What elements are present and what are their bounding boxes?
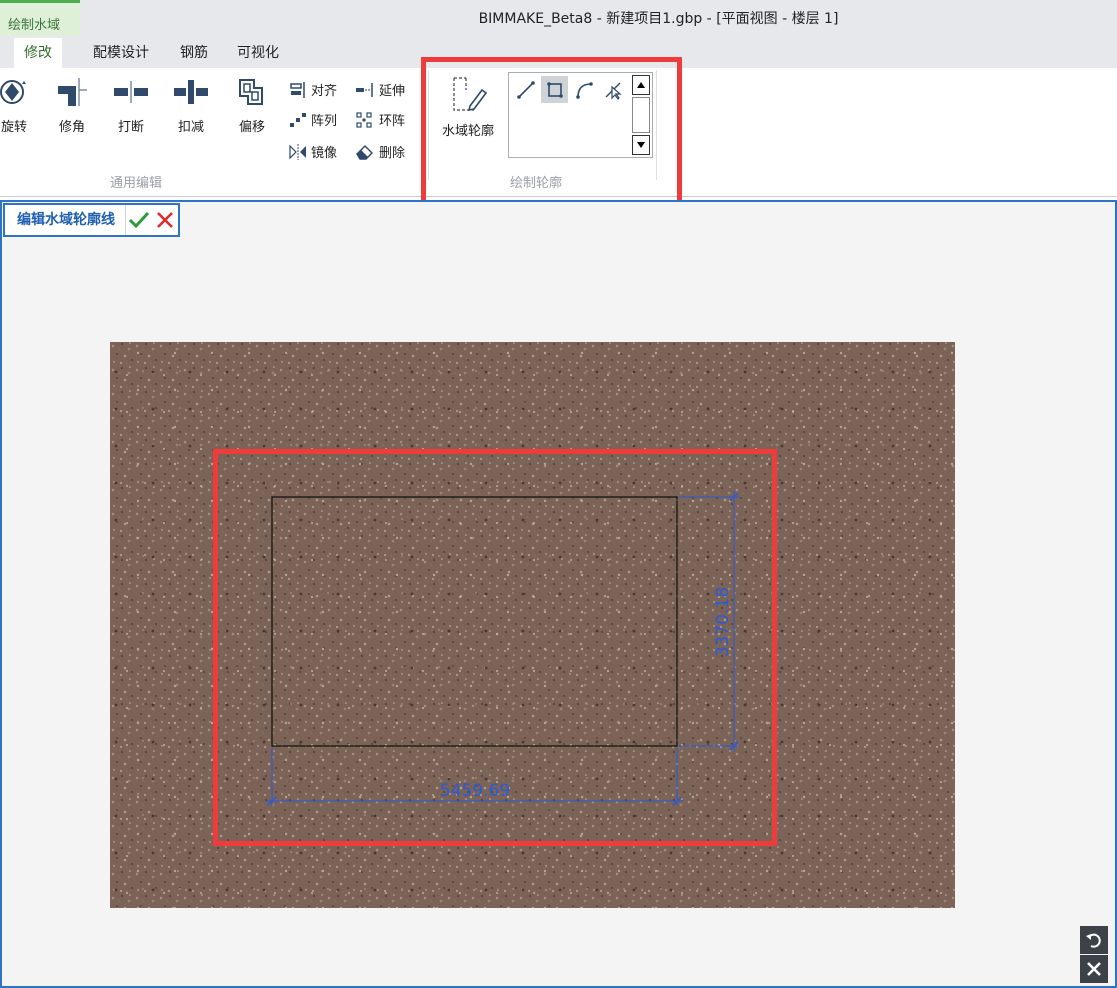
close-view-icon bbox=[1087, 962, 1101, 976]
pick-line-tool-button[interactable] bbox=[599, 76, 626, 103]
delete-button[interactable]: 删除 bbox=[355, 142, 405, 161]
array-icon bbox=[290, 112, 306, 127]
extend-button[interactable]: 延伸 bbox=[355, 80, 405, 99]
array-label: 阵列 bbox=[311, 114, 338, 129]
align-icon bbox=[290, 81, 305, 98]
circular-array-icon bbox=[356, 111, 372, 128]
triangle-down-icon bbox=[637, 142, 645, 148]
gallery-scroll-up-button[interactable] bbox=[632, 75, 650, 95]
gallery-scroll-down-button[interactable] bbox=[632, 135, 650, 155]
mirror-button[interactable]: 镜像 bbox=[289, 142, 337, 161]
gravel-ground-area bbox=[110, 342, 955, 908]
offset-icon bbox=[239, 79, 263, 105]
rotate-view-icon bbox=[1086, 933, 1101, 948]
cancel-button[interactable] bbox=[152, 205, 178, 235]
arc-icon bbox=[575, 81, 593, 99]
trim-corner-label: 修角 bbox=[58, 120, 85, 135]
trim-corner-button[interactable]: 修角 bbox=[54, 76, 90, 135]
rotate-view-button[interactable] bbox=[1080, 926, 1108, 954]
break-button[interactable]: 打断 bbox=[113, 76, 149, 135]
rectangle-tool-button[interactable] bbox=[541, 76, 568, 103]
close-icon bbox=[157, 212, 173, 228]
deduct-button[interactable]: 扣减 bbox=[173, 76, 209, 135]
close-view-button[interactable] bbox=[1080, 955, 1108, 983]
trim-corner-icon bbox=[58, 78, 87, 106]
mirror-label: 镜像 bbox=[311, 146, 338, 161]
check-icon bbox=[128, 211, 150, 229]
tab-rebar[interactable]: 钢筋 bbox=[170, 38, 218, 68]
align-button[interactable]: 对齐 bbox=[289, 80, 337, 99]
line-tool-button[interactable] bbox=[512, 76, 539, 103]
deduct-label: 扣减 bbox=[177, 120, 204, 135]
pick-line-icon bbox=[605, 82, 622, 100]
confirm-button[interactable] bbox=[126, 205, 152, 235]
deduct-icon bbox=[174, 80, 208, 104]
circular-array-label: 环阵 bbox=[379, 114, 406, 129]
window-title: BIMMAKE_Beta8 - 新建项目1.gbp - [平面视图 - 楼层 1… bbox=[478, 11, 839, 27]
triangle-up-icon bbox=[637, 82, 645, 88]
group-separator bbox=[656, 70, 657, 180]
offset-button[interactable]: 偏移 bbox=[234, 76, 270, 135]
erase-icon bbox=[356, 144, 373, 160]
rotate-icon bbox=[0, 80, 26, 104]
arc-tool-button[interactable] bbox=[570, 76, 597, 103]
extend-label: 延伸 bbox=[379, 84, 406, 99]
mirror-icon bbox=[289, 143, 306, 160]
tab-modify[interactable]: 修改 bbox=[14, 38, 62, 69]
break-label: 打断 bbox=[117, 120, 144, 135]
extend-icon bbox=[356, 82, 373, 97]
rotate-label: 旋转 bbox=[0, 120, 27, 135]
group-label-draw-outline: 绘制轮廓 bbox=[510, 176, 563, 191]
tab-visualize[interactable]: 可视化 bbox=[227, 38, 289, 68]
rectangle-icon bbox=[546, 81, 563, 98]
water-outline-icon bbox=[453, 77, 488, 112]
water-outline-label: 水域轮廓 bbox=[441, 124, 494, 139]
gallery-scrollbar[interactable] bbox=[632, 97, 650, 133]
water-outline-button[interactable]: 水域轮廓 bbox=[435, 76, 501, 139]
array-button[interactable]: 阵列 bbox=[289, 110, 337, 129]
group-separator bbox=[428, 70, 429, 180]
line-icon bbox=[516, 80, 535, 99]
align-label: 对齐 bbox=[311, 84, 338, 99]
gravel-texture bbox=[110, 342, 955, 908]
title-bar: 绘制水域 BIMMAKE_Beta8 - 新建项目1.gbp - [平面视图 -… bbox=[0, 0, 1117, 69]
circular-array-button[interactable]: 环阵 bbox=[355, 110, 405, 129]
group-label-general-edit: 通用编辑 bbox=[110, 176, 163, 191]
tab-formwork-design[interactable]: 配模设计 bbox=[83, 38, 159, 68]
offset-label: 偏移 bbox=[238, 120, 265, 135]
edit-mode-title: 编辑水域轮廓线 bbox=[5, 205, 126, 235]
break-icon bbox=[114, 81, 148, 103]
edit-mode-bar: 编辑水域轮廓线 bbox=[3, 203, 180, 237]
rotate-button[interactable]: 旋转 bbox=[0, 76, 32, 135]
delete-label: 删除 bbox=[379, 146, 406, 161]
draw-tool-gallery bbox=[508, 72, 653, 158]
